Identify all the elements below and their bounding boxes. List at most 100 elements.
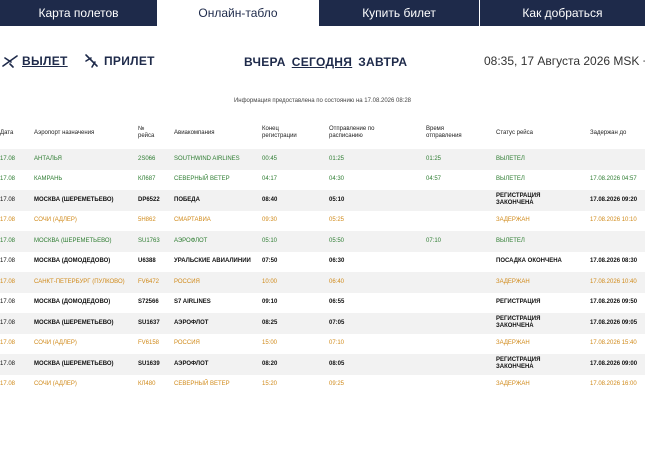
day-selector: ВЧЕРА СЕГОДНЯ ЗАВТРА	[244, 55, 407, 69]
flight-reg-end: 15:00	[262, 340, 278, 347]
flight-airport: КАМРАНЬ	[34, 176, 63, 183]
flight-reg-end: 08:20	[262, 360, 278, 367]
table-row[interactable]: 17.08 МОСКВА (ШЕРЕМЕТЬЕВО) DP6522 ПОБЕДА 08:…	[0, 190, 645, 211]
tab-buy-ticket[interactable]: Купить билет	[319, 0, 480, 26]
flight-status: ПОСАДКА ОКОНЧЕНА	[496, 258, 562, 265]
flight-delayed-until	[590, 149, 645, 170]
flight-status: ЗАДЕРЖАН	[496, 340, 530, 347]
flight-scheduled: 06:55	[329, 299, 345, 306]
flight-date: 17.08	[0, 278, 16, 285]
flight-dep-time: 04:57	[426, 176, 442, 183]
flight-airport: СОЧИ (АДЛЕР)	[34, 381, 77, 388]
flight-status: ЗАДЕРЖАН	[496, 381, 530, 388]
flight-date: 17.08	[0, 237, 16, 244]
day-tomorrow[interactable]: ЗАВТРА	[358, 55, 407, 69]
table-row[interactable]: 17.08 СОЧИ (АДЛЕР) FV6158 РОССИЯ 15:00 07:10 З…	[0, 334, 645, 355]
table-row[interactable]: 17.08 МОСКВА (ДОМОДЕДОВО) U6388 УРАЛЬСКИЕ А…	[0, 252, 645, 273]
flight-status: ЗАДЕРЖАН	[496, 217, 530, 224]
flight-reg-end: 07:50	[262, 258, 278, 265]
flight-scheduled: 08:05	[329, 360, 345, 367]
flight-date: 17.08	[0, 381, 16, 388]
flight-airport: МОСКВА (ШЕРЕМЕТЬЕВО)	[34, 360, 114, 367]
flight-status: ВЫЛЕТЕЛ	[496, 237, 525, 244]
table-row[interactable]: 17.08 СОЧИ (АДЛЕР) 5Н862 СМАРТАВИА 09:30 05:2…	[0, 211, 645, 232]
flight-scheduled: 07:10	[329, 340, 345, 347]
current-time: 08:35, 17 Августа 2026 MSK +3	[484, 54, 645, 68]
day-today[interactable]: СЕГОДНЯ	[292, 55, 352, 69]
flight-reg-end: 09:10	[262, 299, 278, 306]
flight-status: ВЫЛЕТЕЛ	[496, 176, 525, 183]
flight-number: SU1763	[138, 237, 160, 244]
flight-number: S72566	[138, 299, 159, 306]
flight-dep-time: 01:25	[426, 155, 442, 162]
table-row[interactable]: 17.08 МОСКВА (ШЕРЕМЕТЬЕВО) SU1763 АЭРОФЛОТ 0…	[0, 231, 645, 252]
flight-scheduled: 04:30	[329, 176, 345, 183]
departure-tab[interactable]: ВЫЛЕТ	[2, 53, 68, 69]
table-row[interactable]: 17.08 КАМРАНЬ КЛ687 СЕВЕРНЫЙ ВЕТЕР 04:17 04:3…	[0, 170, 645, 191]
flight-airline: SOUTHWIND AIRLINES	[174, 155, 240, 162]
flight-reg-end: 10:00	[262, 278, 278, 285]
table-row[interactable]: 17.08 САНКТ-ПЕТЕРБУРГ (ПУЛКОВО) FV6472 РОСС…	[0, 272, 645, 293]
flight-number: 2S066	[138, 155, 156, 162]
tab-how-to-get[interactable]: Как добраться	[480, 0, 645, 26]
flight-number: SU1637	[138, 319, 160, 326]
flight-airport: СОЧИ (АДЛЕР)	[34, 340, 77, 347]
flight-date: 17.08	[0, 258, 16, 265]
flight-airport: МОСКВА (ШЕРЕМЕТЬЕВО)	[34, 237, 112, 244]
flight-airport: АНТАЛЬЯ	[34, 155, 62, 162]
flight-airline: СЕВЕРНЫЙ ВЕТЕР	[174, 381, 230, 388]
flight-delayed-until: 17.08.2026 09:05	[590, 319, 638, 326]
flight-number: FV6158	[138, 340, 160, 347]
col-airline: Авиакомпания	[174, 130, 215, 136]
flight-airport: МОСКВА (ШЕРЕМЕТЬЕВО)	[34, 196, 114, 203]
col-date: Дата	[0, 130, 14, 136]
flight-delayed-until: 17.08.2026 09:50	[590, 299, 638, 306]
day-yesterday[interactable]: ВЧЕРА	[244, 55, 286, 69]
flight-delayed-until: 17.08.2026 09:00	[590, 360, 638, 367]
flight-status: РЕГИСТРАЦИЯ ЗАКОНЧЕНА	[496, 357, 541, 371]
flight-airport: МОСКВА (ДОМОДЕДОВО)	[34, 299, 111, 306]
flight-airport: МОСКВА (ШЕРЕМЕТЬЕВО)	[34, 319, 114, 326]
flight-date: 17.08	[0, 196, 16, 203]
flight-scheduled: 05:10	[329, 196, 345, 203]
col-dep-time: Время отправления	[426, 126, 462, 139]
flight-airline: ПОБЕДА	[174, 196, 200, 203]
flight-delayed-until: 17.08.2026 10:40	[590, 278, 637, 285]
departure-label: ВЫЛЕТ	[22, 54, 68, 68]
flight-dep-time: 07:10	[426, 237, 442, 244]
table-header: Дата Аэропорт назначения № рейса Авиаком…	[0, 124, 645, 144]
flight-reg-end: 05:10	[262, 237, 278, 244]
tab-flight-map[interactable]: Карта полетов	[0, 0, 158, 26]
col-flight: № рейса	[138, 126, 155, 139]
arrival-tab[interactable]: ПРИЛЕТ	[84, 53, 155, 69]
flight-airline: АЭРОФЛОТ	[174, 237, 208, 244]
col-scheduled: Отправление по расписанию	[329, 126, 375, 139]
flight-reg-end: 00:45	[262, 155, 278, 162]
tab-online-board[interactable]: Онлайн-табло	[158, 0, 319, 26]
flight-delayed-until: 17.08.2026 16:00	[590, 381, 637, 388]
flight-date: 17.08	[0, 155, 16, 162]
table-row[interactable]: 17.08 МОСКВА (ДОМОДЕДОВО) S72566 S7 AIRLINE…	[0, 293, 645, 314]
flight-reg-end: 15:20	[262, 381, 278, 388]
flight-scheduled: 07:05	[329, 319, 345, 326]
table-row[interactable]: 17.08 МОСКВА (ШЕРЕМЕТЬЕВО) SU1639 АЭРОФЛОТ 0…	[0, 354, 645, 375]
flight-airline: АЭРОФЛОТ	[174, 319, 209, 326]
table-row[interactable]: 17.08 АНТАЛЬЯ 2S066 SOUTHWIND AIRLINES 00:45…	[0, 149, 645, 170]
col-delayed-until: Задержан до	[590, 130, 627, 136]
flight-scheduled: 06:30	[329, 258, 345, 265]
col-status: Статус рейса	[496, 130, 533, 136]
flight-scheduled: 06:40	[329, 278, 345, 285]
flight-reg-end: 09:30	[262, 217, 278, 224]
flight-airport: МОСКВА (ДОМОДЕДОВО)	[34, 258, 111, 265]
table-row[interactable]: 17.08 МОСКВА (ШЕРЕМЕТЬЕВО) SU1637 АЭРОФЛОТ 0…	[0, 313, 645, 334]
table-row[interactable]: 17.08 СОЧИ (АДЛЕР) КЛ480 СЕВЕРНЫЙ ВЕТЕР 15:2…	[0, 375, 645, 396]
flight-status: РЕГИСТРАЦИЯ	[496, 299, 541, 306]
flight-date: 17.08	[0, 176, 16, 183]
flight-delayed-until: 17.08.2026 15:40	[590, 340, 637, 347]
flight-airline: СЕВЕРНЫЙ ВЕТЕР	[174, 176, 230, 183]
flights-table: 17.08 АНТАЛЬЯ 2S066 SOUTHWIND AIRLINES 00:45…	[0, 149, 645, 395]
flight-scheduled: 05:50	[329, 237, 345, 244]
flight-date: 17.08	[0, 299, 16, 306]
flight-date: 17.08	[0, 217, 16, 224]
flight-airline: СМАРТАВИА	[174, 217, 211, 224]
